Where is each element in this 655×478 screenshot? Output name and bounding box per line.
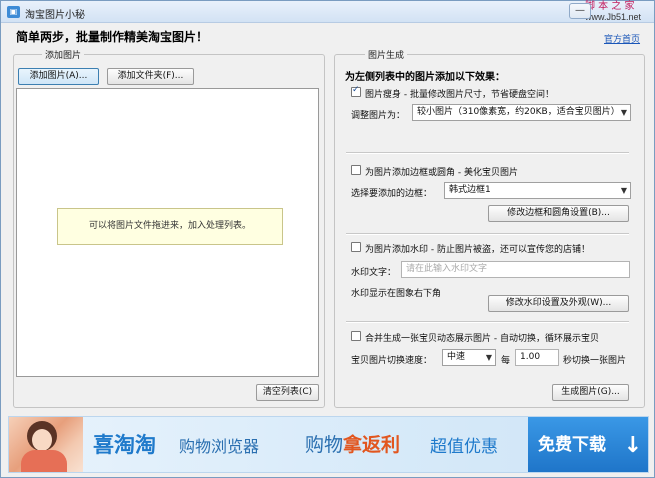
border-settings-button[interactable]: 修改边框和圆角设置(B)...: [488, 205, 629, 222]
banner-brand: 喜淘淘: [93, 433, 156, 457]
border-select-label: 选择要添加的边框：: [351, 189, 433, 199]
clear-list-button[interactable]: 清空列表(C): [256, 384, 319, 401]
window-title: 淘宝图片小秘: [25, 10, 85, 21]
slideshow-checkbox[interactable]: [351, 331, 361, 341]
banner-cashback: 购物拿返利: [305, 430, 400, 457]
drop-hint: 可以将图片文件拖进来，加入处理列表。: [57, 208, 283, 245]
watermark-text-input[interactable]: 请在此输入水印文字: [401, 261, 630, 278]
title-bar: ▣ 淘宝图片小秘 脚 本 之 家 www.Jb51.net —: [1, 1, 654, 23]
border-select[interactable]: 韩式边框1 ▼: [444, 182, 631, 199]
generate-images-button[interactable]: 生成图片(G)...: [552, 384, 629, 401]
add-image-button[interactable]: 添加图片(A)...: [18, 68, 99, 85]
photo-dress: [21, 450, 67, 472]
chevron-down-icon: ▼: [485, 353, 492, 362]
resize-checkbox[interactable]: [351, 85, 361, 97]
divider: [346, 321, 629, 323]
slideshow-interval-input[interactable]: 1.00: [515, 349, 559, 366]
resize-checkbox-label: 图片瘦身 - 批量修改图片尺寸，节省硬盘空间！: [365, 90, 554, 100]
resize-size-select[interactable]: 较小图片（310像素宽，约20KB，适合宝贝图片） ▼: [412, 104, 631, 121]
app-window: ▣ 淘宝图片小秘 脚 本 之 家 www.Jb51.net — 简单两步，批量制…: [0, 0, 655, 478]
border-checkbox[interactable]: [351, 165, 361, 175]
watermark-settings-button[interactable]: 修改水印设置及外观(W)...: [488, 295, 629, 312]
watermark-line1: 脚 本 之 家: [585, 1, 635, 12]
chevron-down-icon: ▼: [620, 186, 627, 195]
watermark-text-label: 水印文字：: [351, 268, 397, 278]
slideshow-speed-select[interactable]: 中速 ▼: [442, 349, 496, 366]
slideshow-checkbox-label: 合并生成一张宝贝动态展示图片 - 自动切换，循环展示宝贝: [365, 334, 599, 344]
download-label: 免费下载: [538, 435, 606, 455]
generate-group-title: 图片生成: [365, 48, 408, 61]
border-value: 韩式边框1: [449, 185, 491, 195]
watermark-position-text: 水印显示在图象右下角: [351, 289, 442, 299]
watermark-checkbox[interactable]: [351, 242, 361, 252]
minimize-button[interactable]: —: [569, 3, 591, 19]
slideshow-suffix-label: 秒切换一张图片: [563, 356, 627, 366]
effects-section-title: 为左侧列表中的图片添加以下效果：: [345, 72, 505, 83]
site-watermark: 脚 本 之 家 www.Jb51.net: [585, 1, 641, 23]
slideshow-speed-value: 中速: [447, 352, 466, 362]
cashback-prefix: 购物: [305, 434, 344, 456]
resize-size-label: 调整图片为：: [351, 111, 406, 121]
image-list-drop-area[interactable]: 可以将图片文件拖进来，加入处理列表。: [16, 88, 319, 377]
banner-deal: 超值优惠: [430, 437, 498, 457]
model-photo: [9, 417, 83, 472]
divider: [346, 233, 629, 235]
photo-face: [32, 429, 52, 451]
app-icon: ▣: [7, 6, 20, 18]
slideshow-speed-label: 宝贝图片切换速度：: [351, 356, 433, 366]
chevron-down-icon: ▼: [620, 108, 627, 117]
divider: [346, 152, 629, 154]
ad-banner[interactable]: 喜淘淘 购物浏览器 购物拿返利 超值优惠 免费下载 ↓: [8, 416, 649, 473]
official-home-link[interactable]: 官方首页: [604, 32, 640, 45]
watermark-url: www.Jb51.net: [585, 12, 642, 22]
watermark-checkbox-label: 为图片添加水印 - 防止图片被盗，还可以宣传您的店铺！: [365, 245, 590, 255]
banner-subtitle: 购物浏览器: [179, 437, 260, 456]
slideshow-every-label: 每: [501, 356, 511, 366]
add-images-group-title: 添加图片: [42, 48, 85, 61]
free-download-button[interactable]: 免费下载 ↓: [528, 417, 648, 472]
border-checkbox-label: 为图片添加边框或圆角 - 美化宝贝图片: [365, 168, 518, 178]
add-folder-button[interactable]: 添加文件夹(F)...: [107, 68, 194, 85]
cashback-highlight: 拿返利: [343, 434, 401, 456]
slogan: 简单两步，批量制作精美淘宝图片！: [16, 30, 209, 44]
download-arrow-icon: ↓: [623, 433, 642, 458]
resize-size-value: 较小图片（310像素宽，约20KB，适合宝贝图片）: [417, 107, 620, 117]
